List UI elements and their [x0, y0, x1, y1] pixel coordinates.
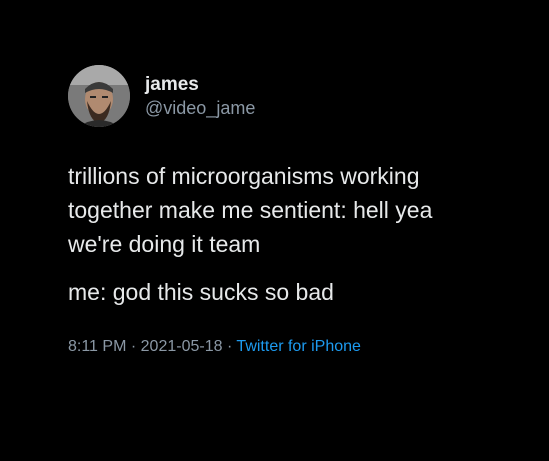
tweet-text-paragraph: trillions of microorganisms working toge…	[68, 159, 528, 261]
tweet-text-line: me: god this sucks so bad	[68, 279, 334, 305]
author-names: james @video_jame	[145, 74, 255, 119]
tweet-text-paragraph-reply: me: god this sucks so bad	[68, 275, 528, 309]
tweet-header: james @video_jame	[68, 64, 528, 128]
avatar[interactable]	[68, 65, 130, 127]
author-handle[interactable]: @video_jame	[145, 97, 255, 119]
meta-separator: ·	[130, 338, 137, 355]
tweet-date[interactable]: 2021-05-18	[141, 338, 223, 355]
meta-separator: ·	[226, 338, 233, 355]
tweet-text-line: trillions of microorganisms working	[68, 163, 420, 189]
tweet-text-line: we're doing it team	[68, 231, 261, 257]
tweet-source-link[interactable]: Twitter for iPhone	[236, 338, 361, 355]
author-display-name[interactable]: james	[145, 74, 255, 96]
avatar-image	[68, 65, 130, 127]
tweet-text-line: together make me sentient: hell yea	[68, 197, 433, 223]
tweet-time[interactable]: 8:11 PM	[68, 338, 126, 355]
tweet-body: trillions of microorganisms working toge…	[68, 159, 528, 309]
tweet-meta: 8:11 PM · 2021-05-18 · Twitter for iPhon…	[68, 337, 528, 357]
tweet: james @video_jame trillions of microorga…	[68, 64, 528, 357]
